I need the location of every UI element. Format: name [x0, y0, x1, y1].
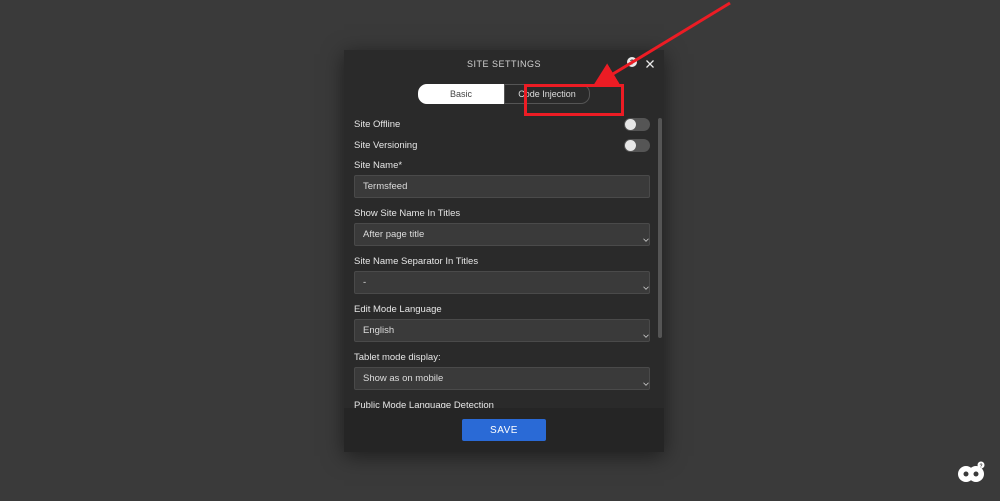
field-show-name: Show Site Name In Titles After page titl… [354, 208, 650, 246]
modal-footer: SAVE [344, 408, 664, 452]
edit-lang-value: English [363, 325, 394, 336]
public-lang-label: Public Mode Language Detection [354, 400, 650, 408]
tabs: Basic Code Injection [344, 84, 664, 104]
separator-label: Site Name Separator In Titles [354, 256, 650, 267]
field-site-name: Site Name* [354, 160, 650, 198]
header-actions: ? [626, 56, 656, 71]
separator-value: - [363, 277, 366, 288]
row-site-offline: Site Offline [354, 118, 650, 131]
site-offline-toggle[interactable] [624, 118, 650, 131]
scroll-area: Site Offline Site Versioning Site Name* … [354, 118, 654, 408]
tablet-select[interactable]: Show as on mobile [354, 367, 650, 390]
field-edit-lang: Edit Mode Language English [354, 304, 650, 342]
help-icon[interactable]: ? [626, 56, 638, 71]
svg-text:?: ? [630, 60, 634, 67]
save-button[interactable]: SAVE [462, 419, 546, 441]
site-name-input[interactable] [354, 175, 650, 198]
save-button-label: SAVE [490, 425, 518, 436]
tablet-label: Tablet mode display: [354, 352, 650, 363]
tab-basic-label: Basic [450, 89, 472, 99]
field-separator: Site Name Separator In Titles - [354, 256, 650, 294]
show-name-select[interactable]: After page title [354, 223, 650, 246]
field-public-lang: Public Mode Language Detection [354, 400, 650, 408]
site-name-label: Site Name* [354, 160, 650, 171]
tab-basic[interactable]: Basic [418, 84, 504, 104]
scrollbar[interactable] [658, 118, 662, 338]
modal-body: Site Offline Site Versioning Site Name* … [344, 118, 664, 408]
modal-title: SITE SETTINGS [467, 59, 541, 69]
separator-select[interactable]: - [354, 271, 650, 294]
site-versioning-toggle[interactable] [624, 139, 650, 152]
tablet-value: Show as on mobile [363, 373, 443, 384]
site-offline-label: Site Offline [354, 119, 400, 130]
site-settings-modal: SITE SETTINGS ? Basic Code Injection Sit… [344, 50, 664, 452]
chat-mascot-icon[interactable]: ? [956, 460, 986, 491]
field-tablet: Tablet mode display: Show as on mobile [354, 352, 650, 390]
edit-lang-select[interactable]: English [354, 319, 650, 342]
show-name-label: Show Site Name In Titles [354, 208, 650, 219]
tab-code-injection[interactable]: Code Injection [504, 84, 590, 104]
show-name-value: After page title [363, 229, 424, 240]
modal-header: SITE SETTINGS ? [344, 50, 664, 78]
site-versioning-label: Site Versioning [354, 140, 417, 151]
close-icon[interactable] [644, 58, 656, 70]
edit-lang-label: Edit Mode Language [354, 304, 650, 315]
tab-code-injection-label: Code Injection [518, 89, 576, 99]
row-site-versioning: Site Versioning [354, 139, 650, 152]
svg-text:?: ? [979, 464, 982, 470]
